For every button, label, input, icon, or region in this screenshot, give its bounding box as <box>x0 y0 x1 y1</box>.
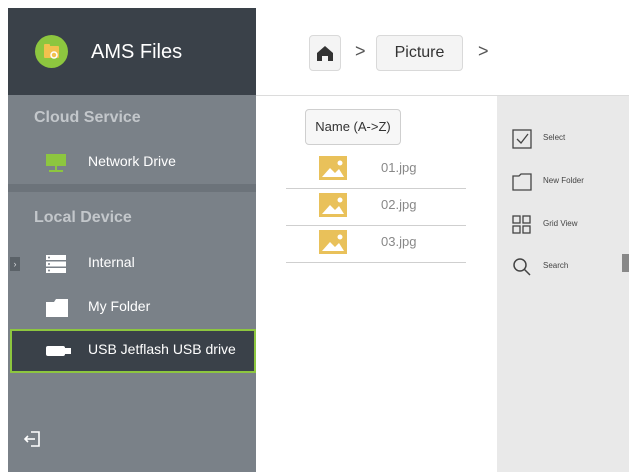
breadcrumb-item-picture[interactable]: Picture <box>376 35 463 71</box>
section-divider <box>8 184 256 192</box>
sidebar-item-label: USB Jetflash USB drive <box>88 341 236 357</box>
image-file-icon <box>319 156 347 180</box>
app-title: AMS Files <box>91 41 183 63</box>
sidebar: AMS Files Cloud Service Network Drive Lo… <box>8 8 256 472</box>
section-label-cloud: Cloud Service <box>34 109 141 126</box>
sidebar-item-label: Network Drive <box>88 153 176 169</box>
image-file-icon <box>319 230 347 254</box>
sort-button[interactable]: Name (A->Z) <box>305 109 401 145</box>
file-list: Name (A->Z) 01.jpg 02.jpg 03.jpg <box>256 96 497 472</box>
file-name: 02.jpg <box>381 197 417 212</box>
action-panel: Select New Folder Grid View Search <box>497 96 629 472</box>
folder-icon <box>46 299 68 317</box>
network-drive-icon <box>46 154 66 172</box>
section-label-local: Local Device <box>34 209 132 226</box>
app-header: AMS Files <box>8 8 256 95</box>
sidebar-item-network-drive[interactable]: Network Drive <box>8 142 256 182</box>
file-name: 03.jpg <box>381 234 417 249</box>
file-row[interactable]: 03.jpg <box>286 226 466 263</box>
file-row[interactable]: 02.jpg <box>286 189 466 226</box>
new-folder-button[interactable]: New Folder <box>511 169 621 195</box>
chevron-right-icon: > <box>478 41 489 61</box>
exit-icon[interactable] <box>22 428 44 450</box>
chevron-right-icon: > <box>355 41 366 61</box>
sidebar-item-my-folder[interactable]: My Folder <box>8 287 256 327</box>
action-label: Grid View <box>543 219 578 228</box>
file-row[interactable]: 01.jpg <box>286 152 466 189</box>
action-label: New Folder <box>543 176 584 185</box>
home-button[interactable] <box>309 35 341 71</box>
sidebar-item-label: Internal <box>88 254 135 270</box>
internal-storage-icon <box>46 255 66 273</box>
scrollbar-thumb[interactable] <box>622 254 629 272</box>
sidebar-item-usb-drive[interactable]: USB Jetflash USB drive <box>10 329 256 373</box>
grid-view-icon <box>511 214 533 236</box>
select-button[interactable]: Select <box>511 126 621 152</box>
file-name: 01.jpg <box>381 160 417 175</box>
new-folder-icon <box>511 171 533 193</box>
usb-drive-icon <box>46 344 71 360</box>
home-icon <box>317 46 333 61</box>
action-label: Select <box>543 133 566 142</box>
image-file-icon <box>319 193 347 217</box>
sidebar-item-label: My Folder <box>88 298 151 314</box>
app-logo-icon <box>35 35 68 68</box>
checkbox-icon <box>511 128 533 150</box>
breadcrumb: > Picture > <box>256 8 629 96</box>
grid-view-button[interactable]: Grid View <box>511 212 621 238</box>
search-button[interactable]: Search <box>511 254 621 280</box>
action-label: Search <box>543 261 569 270</box>
sidebar-item-internal[interactable]: Internal <box>8 243 256 283</box>
search-icon <box>511 256 533 278</box>
